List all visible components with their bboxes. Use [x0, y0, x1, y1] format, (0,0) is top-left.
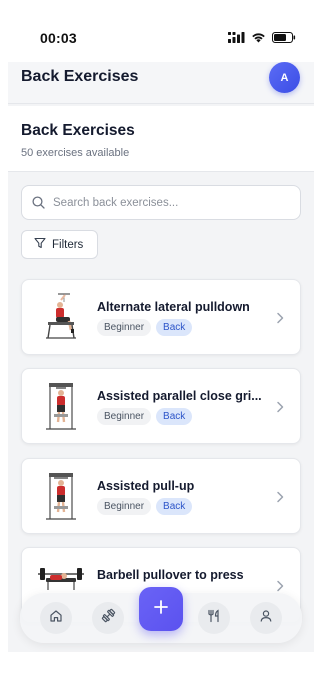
exercise-thumbnail — [36, 292, 86, 344]
level-badge: Beginner — [97, 498, 152, 515]
exercise-count: 50 exercises available — [21, 147, 130, 159]
exercise-name: Alternate lateral pulldown — [97, 300, 250, 314]
exercise-tags: Beginner Back — [97, 319, 193, 336]
filters-button[interactable]: Filters — [21, 230, 98, 259]
app-header: Back Exercises A — [8, 62, 314, 104]
exercise-tags: Beginner Back — [97, 498, 193, 515]
level-badge: Beginner — [97, 408, 152, 425]
exercise-name: Assisted parallel close gri... — [97, 389, 262, 403]
chevron-right-icon — [276, 311, 284, 329]
bottom-nav — [20, 587, 302, 643]
exercise-name: Assisted pull-up — [97, 479, 195, 493]
status-icons — [228, 30, 296, 48]
muscle-badge: Back — [156, 498, 193, 515]
dumbbell-icon — [101, 608, 116, 628]
exercise-card[interactable]: Assisted parallel close gri... Beginner … — [21, 368, 301, 444]
home-icon — [49, 609, 63, 628]
avatar[interactable]: A — [269, 62, 300, 93]
muscle-badge: Back — [156, 408, 193, 425]
search-input[interactable] — [53, 187, 293, 218]
home-indicator-area — [0, 652, 322, 696]
exercise-thumbnail — [36, 471, 86, 523]
chevron-right-icon — [276, 490, 284, 508]
nav-nutrition-button[interactable] — [198, 602, 230, 634]
nav-home-button[interactable] — [40, 602, 72, 634]
exercise-thumbnail — [36, 381, 86, 433]
add-icon — [153, 599, 169, 620]
section-title: Back Exercises — [21, 122, 135, 139]
user-icon — [259, 609, 273, 628]
search-box[interactable] — [21, 185, 301, 220]
section-header: Back Exercises 50 exercises available — [8, 106, 314, 172]
level-badge: Beginner — [97, 319, 152, 336]
filters-label: Filters — [52, 238, 84, 251]
status-time: 00:03 — [40, 30, 77, 46]
signal-icon — [228, 30, 245, 48]
muscle-badge: Back — [156, 319, 193, 336]
add-button[interactable] — [139, 587, 183, 631]
exercise-card[interactable]: Alternate lateral pulldown Beginner Back — [21, 279, 301, 355]
filter-icon — [34, 237, 46, 252]
utensils-icon — [207, 608, 221, 628]
exercise-tags: Beginner Back — [97, 408, 193, 425]
chevron-right-icon — [276, 400, 284, 418]
wifi-icon — [251, 30, 266, 48]
search-icon — [32, 196, 45, 214]
exercise-card[interactable]: Assisted pull-up Beginner Back — [21, 458, 301, 534]
nav-workouts-button[interactable] — [92, 602, 124, 634]
page-title: Back Exercises — [21, 68, 139, 85]
battery-icon — [272, 30, 296, 48]
exercise-name: Barbell pullover to press — [97, 568, 244, 582]
status-bar: 00:03 — [0, 0, 322, 62]
app-screen: Back Exercises A Back Exercises 50 exerc… — [8, 62, 314, 652]
nav-profile-button[interactable] — [250, 602, 282, 634]
